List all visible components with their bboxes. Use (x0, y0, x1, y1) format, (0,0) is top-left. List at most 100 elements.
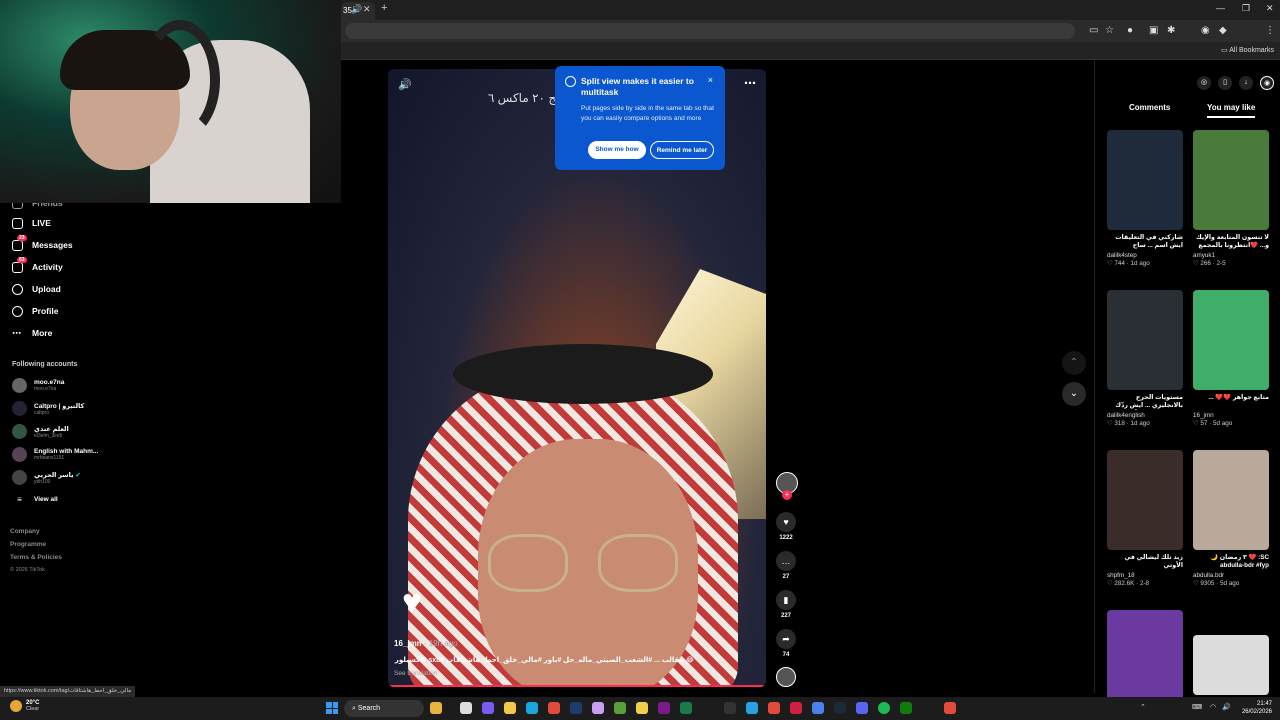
share-button[interactable]: ➦ 74 (776, 629, 796, 658)
sidebar-item-upload[interactable]: Upload (12, 281, 61, 297)
suggested-video-card[interactable]: متابع جواهر ❤️❤️ ... 16_jmn ♡ 57 · 5d ag… (1193, 290, 1269, 427)
volume-tray-icon[interactable]: 🔊 (1222, 703, 1231, 711)
chrome-icon[interactable] (768, 702, 780, 714)
menu-icon[interactable]: ⋮ (1265, 25, 1275, 36)
see-translation-link[interactable]: See translation (394, 670, 437, 677)
following-account[interactable]: moo.e7na moo.e7na (12, 378, 64, 393)
app-icon[interactable] (430, 702, 442, 714)
user-avatar-icon[interactable]: ◉ (1260, 76, 1274, 90)
mobile-icon[interactable]: ▯ (1218, 76, 1232, 90)
puzzle-icon[interactable]: ✱ (1167, 25, 1175, 36)
following-account[interactable]: English with Mahm... mrbeans1191 (12, 447, 98, 462)
following-account[interactable]: Caltpro | كالتبرو caltpro (12, 401, 84, 416)
maximize-icon[interactable]: ❐ (1242, 3, 1250, 14)
tab-comments[interactable]: Comments (1129, 103, 1170, 112)
popup-close-button[interactable]: × (708, 75, 713, 85)
more-options-icon[interactable]: ⋯ (744, 76, 756, 90)
app-icon[interactable] (460, 702, 472, 714)
following-account[interactable]: العلم عندي el3elm_3indi (12, 424, 69, 439)
minimize-icon[interactable]: — (1216, 3, 1225, 13)
suggested-video-card[interactable]: SC: ❤️ ٣ رمضان 🌙 abdulla-bdr #fyp abdull… (1193, 450, 1269, 587)
address-input[interactable] (345, 23, 1075, 39)
video-thumbnail (1107, 130, 1183, 230)
cast-icon[interactable]: ▭ (1089, 25, 1098, 36)
following-accounts-heading: Following accounts (12, 361, 78, 368)
footer-copyright: © 2026 TikTok (10, 567, 45, 573)
start-button[interactable] (326, 702, 338, 714)
follow-plus-icon[interactable]: + (782, 490, 792, 500)
next-video-button[interactable]: ⌄ (1062, 382, 1086, 406)
app-icon[interactable] (724, 702, 736, 714)
new-tab-button[interactable]: + (381, 2, 387, 14)
app-icon[interactable] (592, 702, 604, 714)
photoshop-icon[interactable] (570, 702, 582, 714)
suggested-video-card[interactable]: مستويات الحرج بالانجليزي ... ايش ردّك با… (1107, 290, 1183, 427)
footer-programme[interactable]: Programme (10, 541, 46, 548)
steam-icon[interactable] (834, 702, 846, 714)
keyboard-icon[interactable]: ⌨ (1192, 703, 1202, 711)
discord-icon[interactable] (856, 702, 868, 714)
suggested-video-card[interactable]: لا تنسون المتابعة والإيك و... ❤️انتظرونا… (1193, 130, 1269, 267)
app-icon[interactable] (812, 702, 824, 714)
save-button[interactable]: ▮ 227 (776, 590, 796, 619)
app-icon[interactable] (482, 702, 494, 714)
taskbar-search[interactable]: ⌕ Search (344, 700, 424, 717)
app-icon[interactable] (680, 702, 692, 714)
footer-terms[interactable]: Terms & Policies (10, 554, 62, 561)
footer-company[interactable]: Company (10, 528, 40, 535)
extension-icon[interactable]: ▣ (1149, 25, 1158, 36)
following-account[interactable]: ياسر الحربي ✔ ybh100 (12, 470, 81, 485)
sidebar-item-profile[interactable]: Profile (12, 303, 58, 319)
like-button[interactable]: ♥ 1222 (776, 512, 796, 541)
suggested-video-card[interactable] (1193, 635, 1269, 695)
chrome-icon[interactable] (944, 702, 956, 714)
avatar (12, 470, 27, 485)
sidebar-item-live[interactable]: LIVE (12, 215, 51, 231)
suggested-video-card[interactable]: زبد تلك ليشالي في الأوتي #زبدي_خل_اهلي_ف… (1107, 450, 1183, 587)
view-all-link[interactable]: ≡ View all (12, 495, 58, 504)
previous-video-button[interactable]: ⌃ (1062, 351, 1086, 375)
tab-close-icon[interactable]: ✕ (363, 4, 371, 15)
app-icon[interactable] (636, 702, 648, 714)
comment-button[interactable]: … 27 (776, 551, 796, 580)
minecraft-icon[interactable] (614, 702, 626, 714)
edge-icon[interactable] (526, 702, 538, 714)
suggested-video-card[interactable]: شاركني في التعليقات ايش اسم ... ساح ستور… (1107, 130, 1183, 267)
weather-widget[interactable]: 20°C Clear (10, 700, 39, 712)
sidebar-item-more[interactable]: ⋯ More (12, 325, 52, 341)
split-view-icon (565, 76, 576, 87)
wifi-icon[interactable]: ◠ (1210, 703, 1216, 711)
sidebar-item-messages[interactable]: 23 Messages (12, 234, 73, 253)
xbox-icon[interactable] (900, 702, 912, 714)
avatar (12, 447, 27, 462)
tab-audio-icon[interactable]: 🔊 (351, 4, 362, 15)
panel-tool-icon[interactable]: ◎ (1197, 76, 1211, 90)
bookmark-star-icon[interactable]: ☆ (1105, 25, 1114, 36)
video-author[interactable]: 16_jmn · 19h ago (394, 639, 458, 648)
file-explorer-icon[interactable] (504, 702, 516, 714)
window-close-icon[interactable]: ✕ (1266, 3, 1274, 14)
sidebar-item-activity[interactable]: 63 Activity (12, 256, 63, 275)
all-bookmarks-link[interactable]: ▭ All Bookmarks (1221, 46, 1274, 54)
suggested-video-card[interactable] (1107, 610, 1183, 710)
profile-avatar-icon[interactable]: ◉ (1201, 25, 1210, 36)
status-url: https://www.tiktok.com/tag/مالي_خلق_احط_… (0, 686, 136, 697)
download-icon[interactable]: ↓ (1239, 76, 1253, 90)
sound-disc[interactable] (776, 667, 796, 687)
show-me-how-button[interactable]: Show me how (588, 141, 646, 159)
app-icon[interactable] (790, 702, 802, 714)
remind-later-button[interactable]: Remind me later (650, 141, 714, 159)
video-progress-bar[interactable] (388, 685, 766, 687)
spotify-icon[interactable] (878, 702, 890, 714)
clock[interactable]: 21:47 26/02/2026 (1242, 700, 1272, 716)
volume-icon[interactable]: 🔊 (398, 78, 412, 91)
app-icon[interactable] (658, 702, 670, 714)
app-icon[interactable] (746, 702, 758, 714)
chevron-up-icon: ⌃ (1069, 357, 1079, 368)
tray-chevron-icon[interactable]: ⌃ (1140, 703, 1146, 711)
tab-you-may-like[interactable]: You may like (1207, 103, 1256, 118)
chrome-icon[interactable] (548, 702, 560, 714)
extension-icon[interactable]: ● (1127, 25, 1133, 36)
video-caption[interactable]: 😂 مقالب ... #الشعب_الصيني_ماله_حل #باور … (394, 656, 694, 664)
extension-icon[interactable]: ◆ (1219, 25, 1227, 36)
